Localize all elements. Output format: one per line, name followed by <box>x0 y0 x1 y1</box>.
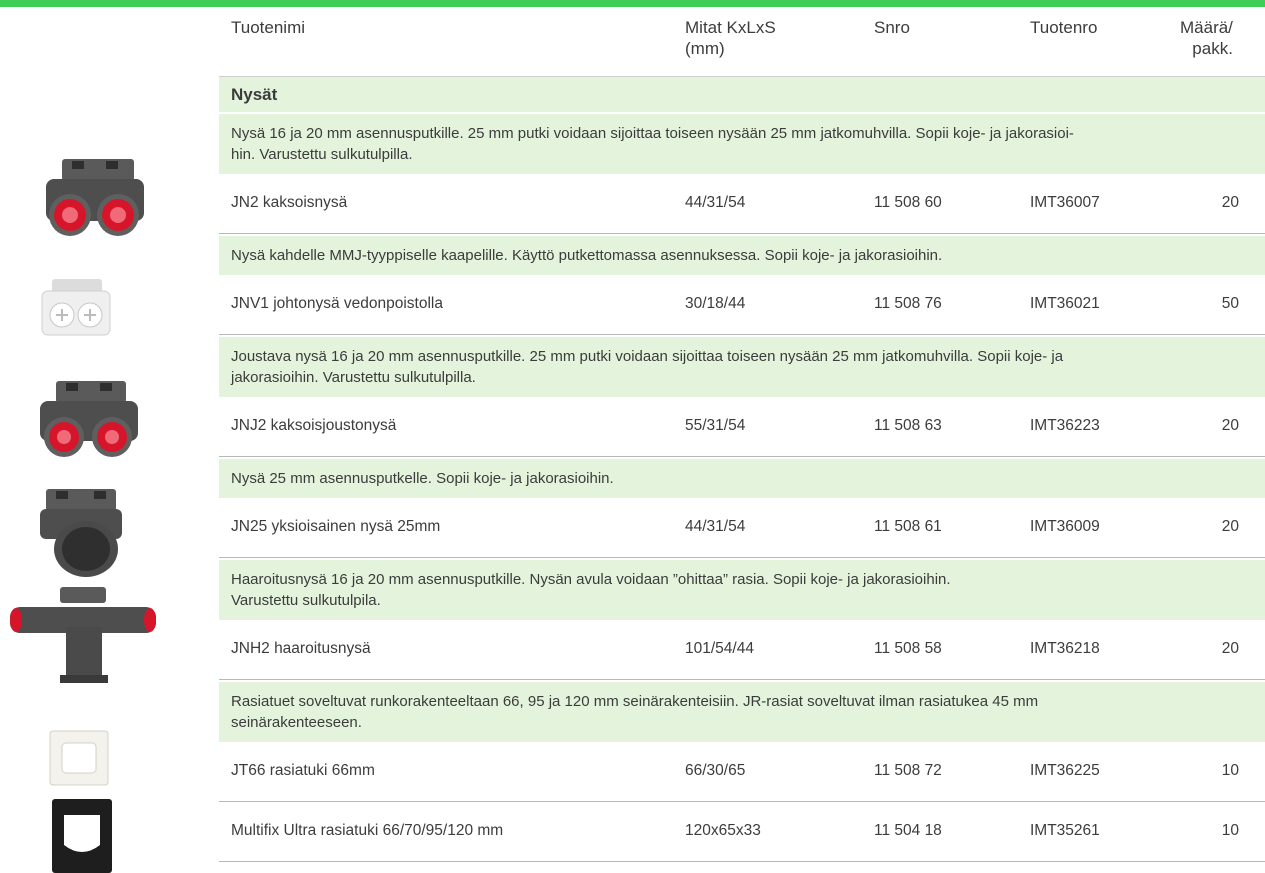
group-description: Nysä 25 mm asennusputkelle. Sopii koje- … <box>219 457 1265 498</box>
desc-line: jakorasioihin. Varustettu sulkutulpilla. <box>231 369 476 386</box>
desc-line: seinärakenteeseen. <box>231 714 362 731</box>
cell-dims: 44/31/54 <box>685 518 746 535</box>
header-qty-line2: pakk. <box>1192 39 1233 58</box>
table-header: Tuotenimi Mitat KxLxS (mm) Snro Tuotenro… <box>219 7 1265 76</box>
header-dims-line2: (mm) <box>685 39 725 58</box>
brand-accent-bar <box>0 0 1265 7</box>
group-description: Rasiatuet soveltuvat runkorakenteeltaan … <box>219 680 1265 742</box>
cell-qty: 20 <box>1221 640 1239 657</box>
cell-dims: 44/31/54 <box>685 194 746 211</box>
header-snro: Snro <box>874 18 910 37</box>
cell-tuotenro: IMT36009 <box>1030 518 1100 535</box>
cell-qty: 10 <box>1221 822 1239 839</box>
section-title: Nysät <box>219 76 1265 112</box>
cell-snro: 11 508 63 <box>874 417 942 434</box>
header-tuotenro: Tuotenro <box>1030 18 1098 37</box>
desc-line: Nysä 25 mm asennusputkelle. Sopii koje- … <box>231 470 614 487</box>
desc-line: Nysä kahdelle MMJ-tyyppiselle kaapelille… <box>231 247 943 264</box>
cell-dims: 101/54/44 <box>685 640 754 657</box>
cell-snro: 11 508 72 <box>874 762 942 779</box>
group-description: Nysä kahdelle MMJ-tyyppiselle kaapelille… <box>219 234 1265 275</box>
cell-qty: 20 <box>1221 194 1239 211</box>
cell-name: JT66 rasiatuki 66mm <box>231 762 375 779</box>
product-image-column <box>0 7 210 873</box>
cell-snro: 11 508 76 <box>874 295 942 312</box>
header-qty: Määrä/ pakk. <box>1180 17 1233 59</box>
cell-dims: 66/30/65 <box>685 762 746 779</box>
cell-snro: 11 508 60 <box>874 194 942 211</box>
desc-line: Joustava nysä 16 ja 20 mm asennusputkill… <box>231 348 1064 365</box>
cell-tuotenro: IMT36007 <box>1030 194 1100 211</box>
desc-line: Varustettu sulkutulpila. <box>231 592 381 609</box>
table-row: JT66 rasiatuki 66mm 66/30/65 11 508 72 I… <box>219 742 1265 802</box>
table-row: Multifix Ultra rasiatuki 66/70/95/120 mm… <box>219 802 1265 862</box>
jn25-product-image <box>40 489 122 577</box>
header-dims: Mitat KxLxS (mm) <box>685 17 776 59</box>
group-description: Joustava nysä 16 ja 20 mm asennusputkill… <box>219 335 1265 397</box>
header-dims-line1: Mitat KxLxS <box>685 18 776 37</box>
cell-tuotenro: IMT36218 <box>1030 640 1100 657</box>
cell-name: Multifix Ultra rasiatuki 66/70/95/120 mm <box>231 822 504 839</box>
cell-name: JN25 yksioisainen nysä 25mm <box>231 518 441 535</box>
cell-dims: 30/18/44 <box>685 295 746 312</box>
product-table: Tuotenimi Mitat KxLxS (mm) Snro Tuotenro… <box>219 7 1265 862</box>
cell-tuotenro: IMT36021 <box>1030 295 1100 312</box>
cell-tuotenro: IMT36225 <box>1030 762 1100 779</box>
cell-tuotenro: IMT35261 <box>1030 822 1100 839</box>
group-description: Nysä 16 ja 20 mm asennusputkille. 25 mm … <box>219 112 1265 174</box>
cell-snro: 11 508 58 <box>874 640 942 657</box>
desc-line: Rasiatuet soveltuvat runkorakenteeltaan … <box>231 693 1039 710</box>
table-row: JN2 kaksoisnysä 44/31/54 11 508 60 IMT36… <box>219 174 1265 234</box>
cell-name: JN2 kaksoisnysä <box>231 194 348 211</box>
jnv1-product-image <box>41 279 111 336</box>
cell-qty: 20 <box>1221 417 1239 434</box>
multifix-product-image <box>52 799 112 873</box>
cell-name: JNV1 johtonysä vedonpoistolla <box>231 295 443 312</box>
header-name: Tuotenimi <box>231 18 306 37</box>
cell-qty: 20 <box>1221 518 1239 535</box>
table-row: JNJ2 kaksoisjoustonysä 55/31/54 11 508 6… <box>219 397 1265 457</box>
cell-name: JNJ2 kaksoisjoustonysä <box>231 417 397 434</box>
cell-snro: 11 504 18 <box>874 822 942 839</box>
cell-qty: 50 <box>1221 295 1239 312</box>
table-row: JNV1 johtonysä vedonpoistolla 30/18/44 1… <box>219 275 1265 335</box>
jnh2-product-image <box>10 587 156 683</box>
group-description: Haaroitusnysä 16 ja 20 mm asennusputkill… <box>219 558 1265 620</box>
cell-qty: 10 <box>1221 762 1239 779</box>
jt66-product-image <box>49 730 109 786</box>
cell-dims: 55/31/54 <box>685 417 746 434</box>
cell-dims: 120x65x33 <box>685 822 761 839</box>
jnj2-product-image <box>40 381 138 457</box>
cell-name: JNH2 haaroitusnysä <box>231 640 371 657</box>
table-row: JNH2 haaroitusnysä 101/54/44 11 508 58 I… <box>219 620 1265 680</box>
jn2-product-image <box>46 159 144 236</box>
desc-line: Haaroitusnysä 16 ja 20 mm asennusputkill… <box>231 571 951 588</box>
desc-line: Nysä 16 ja 20 mm asennusputkille. 25 mm … <box>231 125 1074 142</box>
cell-tuotenro: IMT36223 <box>1030 417 1100 434</box>
table-row: JN25 yksioisainen nysä 25mm 44/31/54 11 … <box>219 498 1265 558</box>
desc-line: hin. Varustettu sulkutulpilla. <box>231 146 413 163</box>
cell-snro: 11 508 61 <box>874 518 942 535</box>
header-qty-line1: Määrä/ <box>1180 18 1233 37</box>
